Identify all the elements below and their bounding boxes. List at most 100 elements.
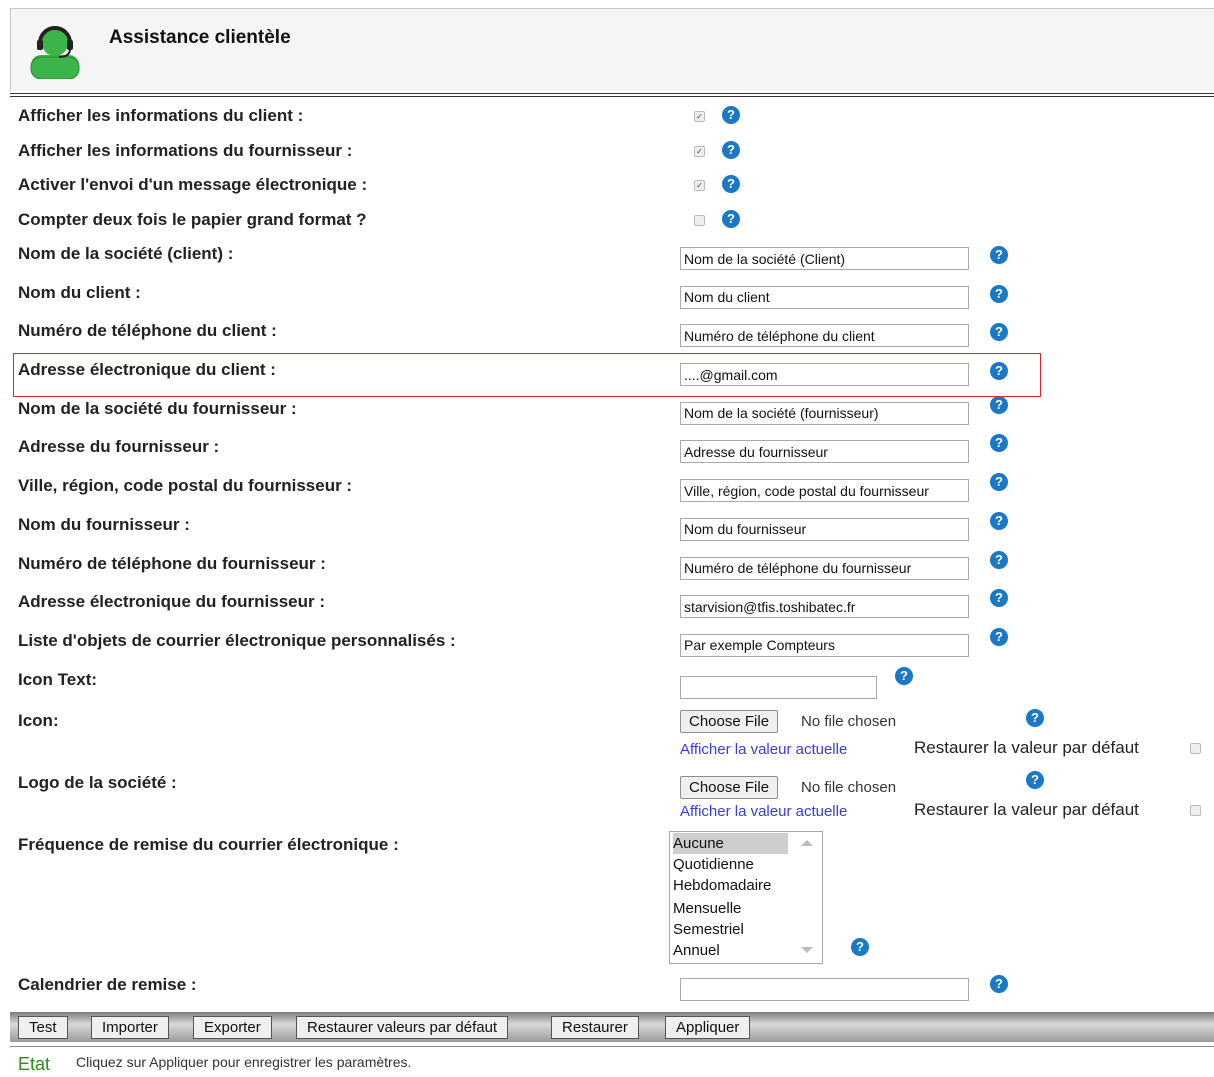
- field-label: Nom de la société du fournisseur :: [18, 398, 297, 418]
- client-company-name-input[interactable]: [680, 247, 969, 270]
- icon-file-status: No file chosen: [801, 713, 897, 730]
- help-icon[interactable]: ?: [990, 362, 1008, 381]
- help-icon[interactable]: ?: [990, 434, 1008, 453]
- apply-button[interactable]: Appliquer: [665, 1016, 751, 1039]
- form-row: Nom de la société (client) : ?: [10, 238, 1214, 277]
- test-button[interactable]: Test: [18, 1016, 68, 1039]
- icon-file-row: Icon: Choose File No file chosen ? Affic…: [10, 705, 1214, 767]
- frequency-option[interactable]: Annuel: [673, 940, 720, 961]
- icon-choose-file-button[interactable]: Choose File: [680, 710, 779, 733]
- field-label: Nom du fournisseur :: [18, 514, 190, 534]
- logo-file-status: No file chosen: [801, 779, 897, 796]
- help-icon[interactable]: ?: [990, 284, 1008, 303]
- help-icon[interactable]: ?: [851, 938, 869, 956]
- frequency-row: Fréquence de remise du courrier électron…: [10, 829, 1214, 969]
- logo-restore-default-label: Restaurer la valeur par défaut: [914, 800, 1139, 819]
- field-label: Ville, région, code postal du fournisseu…: [18, 476, 353, 496]
- supplier-company-name-input[interactable]: [680, 401, 969, 425]
- frequency-option[interactable]: Quotidienne: [673, 854, 754, 875]
- form-row: Adresse électronique du client : ?: [10, 354, 1214, 393]
- help-icon[interactable]: ?: [990, 323, 1008, 342]
- frequency-option[interactable]: Semestriel: [673, 919, 744, 940]
- supplier-name-input[interactable]: [680, 517, 969, 541]
- frequency-option[interactable]: Hebdomadaire: [673, 875, 771, 896]
- restore-defaults-button[interactable]: Restaurer valeurs par défaut: [296, 1016, 509, 1039]
- field-label: Compter deux fois le papier grand format…: [18, 209, 367, 229]
- form-row: Ville, région, code postal du fournisseu…: [10, 470, 1214, 509]
- frequency-option[interactable]: Mensuelle: [673, 898, 741, 919]
- scroll-down-arrow[interactable]: [801, 947, 813, 953]
- field-label: Adresse électronique du client :: [18, 360, 276, 380]
- calendar-row: Calendrier de remise : ?: [10, 969, 1214, 1009]
- help-icon[interactable]: ?: [990, 550, 1008, 569]
- delivery-calendar-input[interactable]: [680, 978, 969, 1001]
- field-label: Icon Text:: [18, 669, 98, 689]
- supplier-city-region-zip-input[interactable]: [680, 479, 969, 503]
- icon-text-input[interactable]: [680, 675, 877, 699]
- help-icon[interactable]: ?: [722, 175, 740, 193]
- page-title: Assistance clientèle: [109, 27, 291, 48]
- form-row: Numéro de téléphone du fournisseur : ?: [10, 548, 1214, 587]
- client-email-input[interactable]: [680, 363, 969, 387]
- restore-button[interactable]: Restaurer: [551, 1016, 639, 1039]
- help-icon[interactable]: ?: [990, 511, 1008, 530]
- field-label: Numéro de téléphone du client :: [18, 321, 277, 341]
- help-icon[interactable]: ?: [722, 106, 740, 124]
- icon-restore-default-label: Restaurer la valeur par défaut: [914, 738, 1139, 757]
- field-label: Nom du client :: [18, 282, 141, 302]
- logo-choose-file-button[interactable]: Choose File: [680, 776, 779, 799]
- client-name-input[interactable]: [680, 285, 969, 309]
- help-icon[interactable]: ?: [990, 246, 1008, 264]
- import-button[interactable]: Importer: [91, 1016, 169, 1039]
- form-row: Compter deux fois le papier grand format…: [10, 204, 1214, 239]
- export-button[interactable]: Exporter: [193, 1016, 272, 1039]
- help-icon[interactable]: ?: [1026, 709, 1044, 727]
- field-label: Icon:: [18, 711, 59, 730]
- help-icon[interactable]: ?: [895, 666, 913, 685]
- supplier-phone-input[interactable]: [680, 556, 969, 580]
- form-row: Afficher les informations du fournisseur…: [10, 135, 1214, 170]
- logo-file-row: Logo de la société : Choose File No file…: [10, 767, 1214, 829]
- field-label: Adresse électronique du fournisseur :: [18, 592, 326, 612]
- scroll-up-arrow[interactable]: [801, 840, 813, 846]
- help-icon[interactable]: ?: [990, 975, 1008, 993]
- help-icon[interactable]: ?: [990, 395, 1008, 414]
- form-row: Numéro de téléphone du client : ?: [10, 315, 1214, 354]
- form-row: Nom du client : ?: [10, 277, 1214, 316]
- field-label: Fréquence de remise du courrier électron…: [18, 835, 399, 854]
- help-icon[interactable]: ?: [722, 209, 740, 228]
- action-toolbar: Test Importer Exporter Restaurer valeurs…: [10, 1012, 1214, 1042]
- help-icon[interactable]: ?: [990, 589, 1008, 608]
- field-label: Afficher les informations du fournisseur…: [18, 140, 353, 160]
- form-row: Adresse électronique du fournisseur : ?: [10, 586, 1214, 625]
- help-icon[interactable]: ?: [990, 473, 1008, 492]
- supplier-address-input[interactable]: [680, 440, 969, 464]
- form-row: Icon Text: ?: [10, 664, 1214, 703]
- form-row: Activer l'envoi d'un message électroniqu…: [10, 169, 1214, 204]
- help-icon[interactable]: ?: [990, 627, 1008, 646]
- field-label: Calendrier de remise :: [18, 975, 197, 994]
- form-row: Adresse du fournisseur : ?: [10, 431, 1214, 470]
- logo-restore-default-checkbox[interactable]: [1190, 805, 1201, 816]
- icon-restore-default-checkbox[interactable]: [1190, 743, 1201, 754]
- field-label: Logo de la société :: [18, 773, 177, 792]
- icon-show-current-link[interactable]: Afficher la valeur actuelle: [680, 741, 847, 758]
- form-row: Nom de la société du fournisseur : ?: [10, 393, 1214, 432]
- supplier-email-input[interactable]: [680, 595, 969, 619]
- custom-email-subjects-input[interactable]: [680, 633, 969, 657]
- count-large-paper-twice-checkbox[interactable]: [694, 214, 705, 226]
- field-label: Liste d'objets de courrier électronique …: [18, 630, 456, 650]
- enable-email-checkbox[interactable]: ✓: [694, 180, 705, 191]
- header-divider: [10, 93, 1214, 94]
- help-icon[interactable]: ?: [722, 140, 740, 159]
- field-label: Activer l'envoi d'un message électroniqu…: [18, 175, 368, 194]
- footer-divider: [10, 1046, 1214, 1047]
- show-supplier-info-checkbox[interactable]: ✓: [694, 145, 705, 157]
- logo-show-current-link[interactable]: Afficher la valeur actuelle: [680, 803, 847, 820]
- client-phone-input[interactable]: [680, 324, 969, 348]
- frequency-option[interactable]: Aucune: [673, 833, 788, 854]
- help-icon[interactable]: ?: [1026, 771, 1044, 789]
- show-client-info-checkbox[interactable]: ✓: [694, 111, 705, 122]
- support-agent-icon: [30, 26, 80, 79]
- frequency-listbox[interactable]: Aucune Quotidienne Hebdomadaire Mensuell…: [669, 831, 823, 964]
